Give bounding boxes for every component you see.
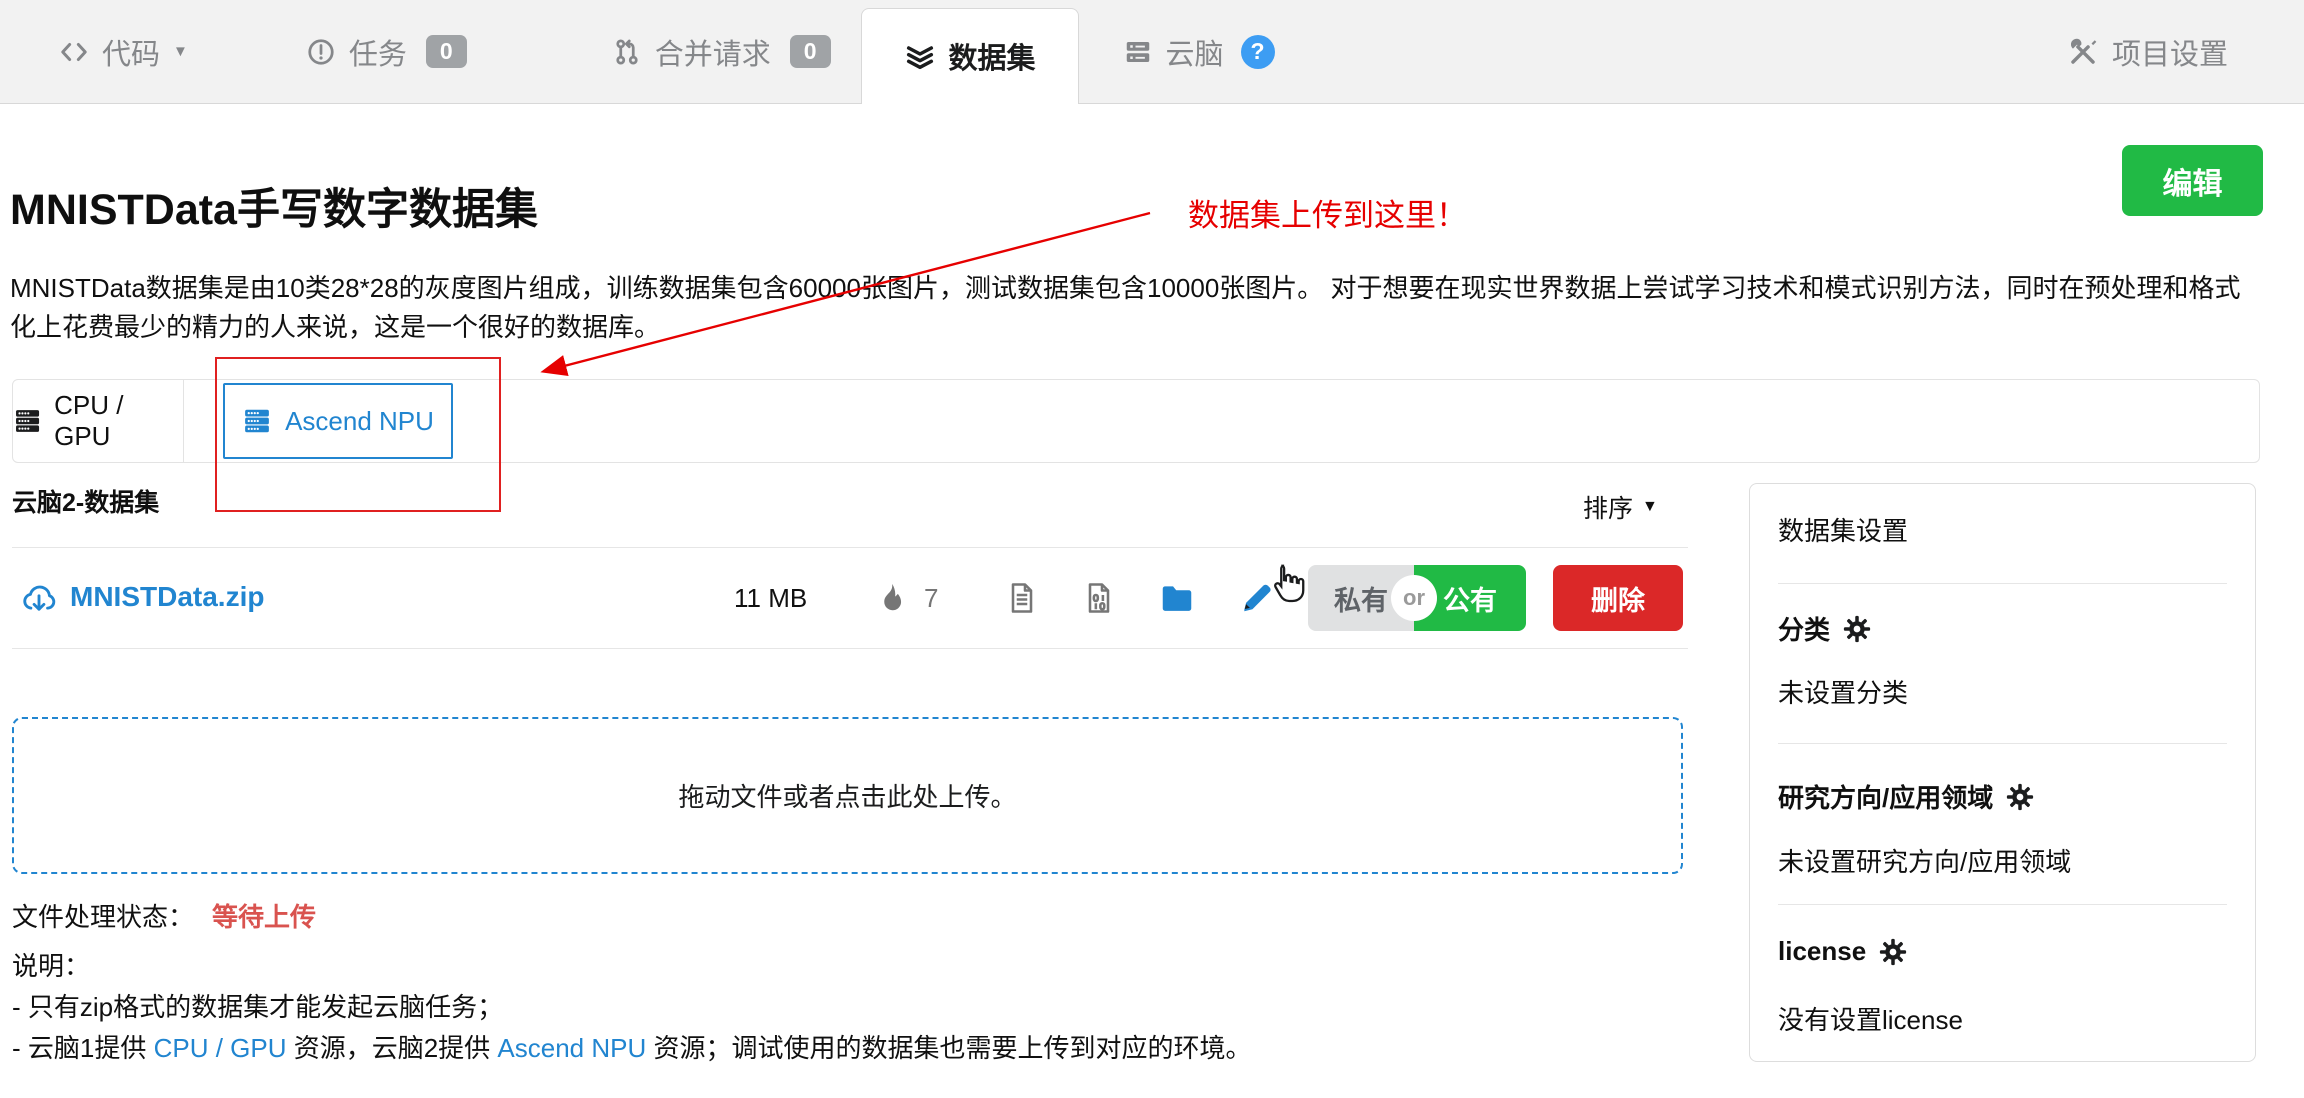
page-title: MNISTData手写数字数据集 [10,175,538,237]
binary-file-icon[interactable] [1081,580,1117,616]
notes-line2-prefix: - 云脑1提供 [12,1033,154,1063]
section-heading: 云脑2-数据集 [12,483,159,519]
nav-tab-datasets[interactable]: 数据集 [861,8,1079,104]
ascend-npu-link[interactable]: Ascend NPU [497,1033,646,1063]
notes-line2-suffix: 资源；调试使用的数据集也需要上传到对应的环境。 [646,1033,1251,1063]
issue-icon [306,37,336,67]
tab-cpu-gpu-label: CPU / GPU [54,390,183,452]
sidebar-title: 数据集设置 [1778,511,1908,548]
nav-item-pulls[interactable]: 合并请求 0 [612,31,831,73]
nav-issues-label: 任务 [349,31,407,73]
file-name-link[interactable]: MNISTData.zip [70,581,264,613]
file-size: 11 MB [734,583,807,614]
edit-button[interactable]: 编辑 [2122,145,2263,216]
cloudbrain-icon [1123,37,1153,67]
dataset-settings-panel: 数据集设置 分类 未设置分类 研究方向/应用领域 未设置研究方向/应用领域 li… [1749,483,2256,1062]
status-value: 等待上传 [212,897,316,934]
hand-cursor [1264,560,1310,606]
code-icon [59,37,89,67]
or-divider: or [1391,575,1437,621]
nav-settings-label: 项目设置 [2112,31,2228,73]
pulls-count-badge: 0 [790,35,831,68]
cloud-download-icon [20,579,58,617]
notes-heading: 说明： [12,946,1252,987]
notes-line2: - 云脑1提供 CPU / GPU 资源，云脑2提供 Ascend NPU 资源… [12,1028,1252,1069]
nav-pulls-label: 合并请求 [655,31,771,73]
dataset-file-row: MNISTData.zip 11 MB 7 私有 公有 or 删除 [12,547,1688,649]
sort-dropdown[interactable]: 排序 ▼ [1583,489,1658,525]
category-label: 分类 [1778,610,1872,647]
notes-line1: - 只有zip格式的数据集才能发起云脑任务； [12,987,1252,1028]
nav-code-label: 代码 [102,31,160,73]
status-label: 文件处理状态： [12,897,194,934]
nav-item-code[interactable]: 代码 ▼ [59,31,188,73]
folder-icon[interactable] [1158,580,1196,618]
dataset-layers-icon [904,40,936,72]
notes-line2-mid: 资源，云脑2提供 [287,1033,498,1063]
tab-cpu-gpu[interactable]: CPU / GPU [13,380,184,462]
nav-cloudbrain-label: 云脑 [1166,31,1224,73]
flame-icon [874,581,906,613]
divider [1778,583,2227,584]
category-label-text: 分类 [1778,610,1830,647]
nav-item-cloudbrain[interactable]: 云脑 ? [1123,31,1275,73]
annotation-text: 数据集上传到这里！ [1188,190,1467,235]
research-field-label-text: 研究方向/应用领域 [1778,778,1993,815]
server-icon [242,406,272,436]
tools-icon [2067,36,2099,68]
repo-nav: 代码 ▼ 任务 0 合并请求 0 数据集 云脑 ? 项目设置 [0,0,2304,104]
tab-ascend-npu-label: Ascend NPU [285,406,434,437]
file-text-icon[interactable] [1004,580,1040,616]
pull-request-icon [612,37,642,67]
file-status-line: 文件处理状态： 等待上传 [12,897,316,934]
upload-dropzone[interactable]: 拖动文件或者点击此处上传。 [12,717,1683,874]
gear-icon[interactable] [2005,782,2035,812]
research-field-value: 未设置研究方向/应用领域 [1778,842,2071,879]
server-icon [13,406,42,436]
delete-button[interactable]: 删除 [1553,565,1683,631]
category-value: 未设置分类 [1778,673,1908,710]
dropzone-text: 拖动文件或者点击此处上传。 [678,777,1016,814]
divider [1778,904,2227,905]
nav-datasets-label: 数据集 [949,35,1036,77]
help-icon[interactable]: ? [1241,35,1275,69]
dataset-page: 代码 ▼ 任务 0 合并请求 0 数据集 云脑 ? 项目设置 MNISTData… [0,0,2304,1098]
issues-count-badge: 0 [426,35,467,68]
license-label: license [1778,936,1908,967]
chevron-down-icon: ▼ [1642,498,1658,516]
gear-icon[interactable] [1842,614,1872,644]
license-label-text: license [1778,936,1866,967]
tab-ascend-npu[interactable]: Ascend NPU [223,383,453,459]
notes-block: 说明： - 只有zip格式的数据集才能发起云脑任务； - 云脑1提供 CPU /… [12,946,1252,1069]
sort-label: 排序 [1583,489,1633,525]
dataset-description: MNISTData数据集是由10类28*28的灰度图片组成，训练数据集包含600… [10,269,2262,347]
cpu-gpu-link[interactable]: CPU / GPU [154,1033,287,1063]
chevron-down-icon: ▼ [173,43,188,60]
gear-icon[interactable] [1878,937,1908,967]
divider [1778,743,2227,744]
download-count: 7 [924,583,938,614]
research-field-label: 研究方向/应用领域 [1778,778,2035,815]
nav-item-settings[interactable]: 项目设置 [2067,31,2228,73]
license-value: 没有设置license [1778,1000,1963,1037]
nav-item-issues[interactable]: 任务 0 [306,31,467,73]
env-tab-strip: CPU / GPU Ascend NPU [12,379,2260,463]
